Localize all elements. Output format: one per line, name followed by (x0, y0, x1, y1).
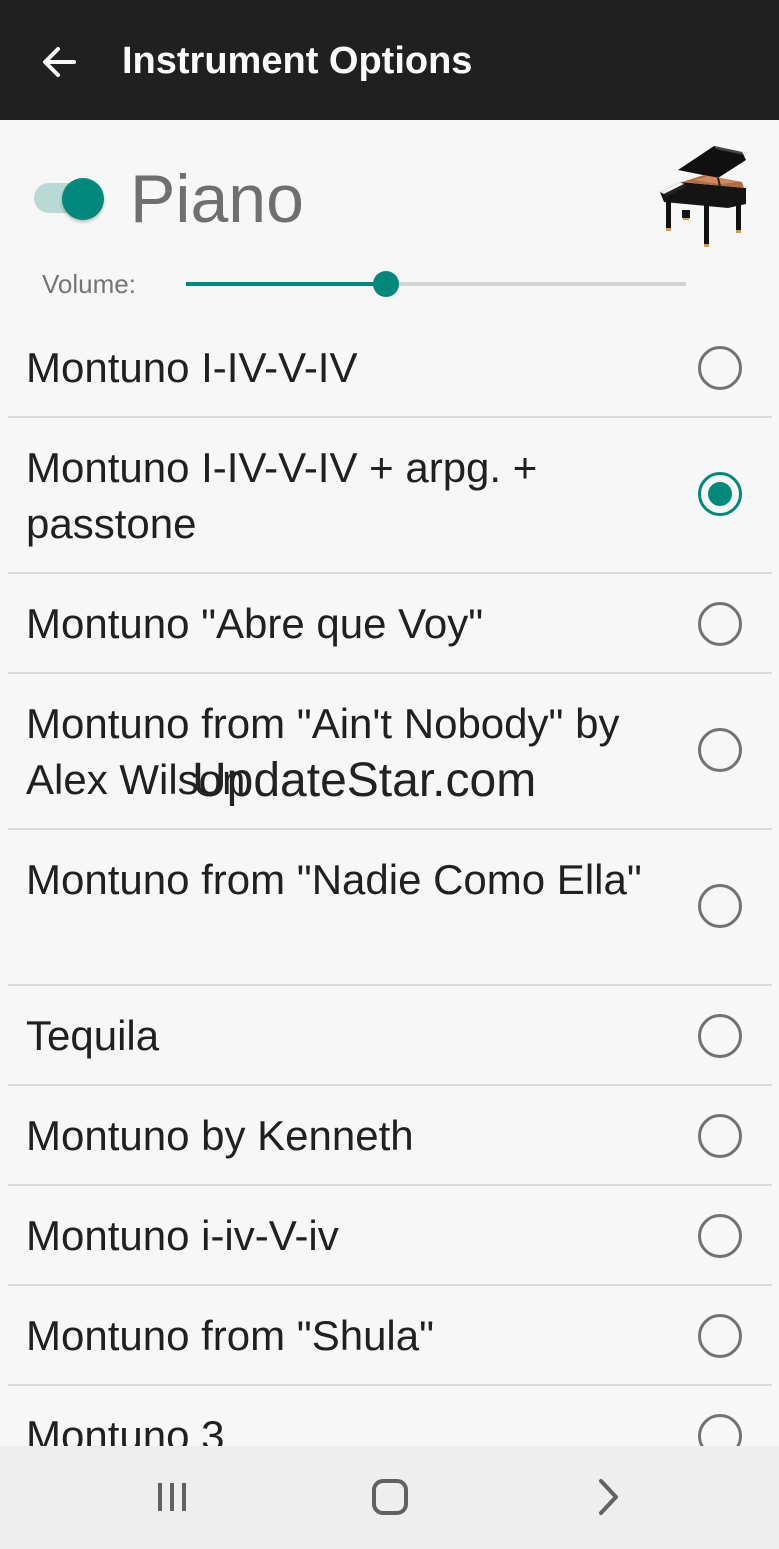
slider-fill (186, 282, 386, 286)
pattern-label: Montuno I-IV-V-IV (26, 344, 358, 391)
pattern-row[interactable]: Montuno I-IV-V-IV + arpg. + passtone (8, 418, 772, 574)
pattern-row[interactable]: Montuno "Abre que Voy" (8, 574, 772, 674)
pattern-row[interactable]: Montuno from "Nadie Como Ella" (8, 830, 772, 986)
pattern-radio[interactable] (698, 1214, 742, 1258)
pattern-row[interactable]: Montuno by Kenneth (8, 1086, 772, 1186)
pattern-label: Montuno 3 (26, 1412, 225, 1446)
pattern-radio[interactable] (698, 1414, 742, 1446)
pattern-label: Tequila (26, 1012, 160, 1059)
pattern-row[interactable]: Montuno I-IV-V-IV (8, 318, 772, 418)
toggle-thumb (62, 178, 104, 220)
pattern-label: Montuno by Kenneth (26, 1112, 414, 1159)
grand-piano-icon (660, 146, 746, 247)
pattern-label: Montuno from "Shula" (26, 1312, 435, 1359)
instrument-name: Piano (130, 161, 304, 237)
volume-label: Volume: (42, 269, 136, 299)
back-arrow-icon[interactable] (38, 40, 82, 84)
pattern-radio[interactable] (698, 884, 742, 928)
system-nav-bar (0, 1446, 779, 1549)
radio-selected-dot (708, 482, 732, 506)
app-bar: Instrument Options (0, 0, 779, 120)
pattern-list: Montuno I-IV-V-IV Montuno I-IV-V-IV + ar… (8, 318, 772, 1446)
pattern-radio[interactable] (698, 1314, 742, 1358)
pattern-label: Montuno "Abre que Voy" (26, 600, 484, 647)
pattern-row[interactable]: Montuno i-iv-V-iv (8, 1186, 772, 1286)
pattern-row[interactable]: Montuno 3 (8, 1386, 772, 1446)
pattern-label: Montuno from "Nadie Como Ella" (26, 856, 642, 903)
home-icon[interactable] (365, 1472, 415, 1522)
instrument-header: Piano Volume: (0, 120, 779, 320)
pattern-label: Montuno I-IV-V-IV + arpg. + passtone (26, 444, 538, 547)
recent-apps-icon[interactable] (147, 1472, 197, 1522)
pattern-radio[interactable] (698, 1014, 742, 1058)
pattern-radio[interactable] (698, 728, 742, 772)
pattern-radio[interactable] (698, 346, 742, 390)
pattern-label: Montuno from "Ain't Nobody" by Alex Wils… (26, 700, 620, 803)
pattern-row[interactable]: Montuno from "Shula" (8, 1286, 772, 1386)
instrument-options-content: Piano Volume: Montuno I-IV-V-IV Montuno … (0, 120, 779, 1446)
pattern-row[interactable]: Montuno from "Ain't Nobody" by Alex Wils… (8, 674, 772, 830)
pattern-label: Montuno i-iv-V-iv (26, 1212, 339, 1259)
pattern-row[interactable]: Tequila (8, 986, 772, 1086)
pattern-radio-selected[interactable] (698, 472, 742, 516)
pattern-radio[interactable] (698, 602, 742, 646)
back-chevron-icon[interactable] (584, 1472, 634, 1522)
pattern-radio[interactable] (698, 1114, 742, 1158)
volume-slider[interactable] (186, 266, 686, 302)
slider-thumb[interactable] (373, 271, 399, 297)
instrument-enable-toggle[interactable] (34, 178, 106, 220)
screen-title: Instrument Options (122, 40, 473, 82)
